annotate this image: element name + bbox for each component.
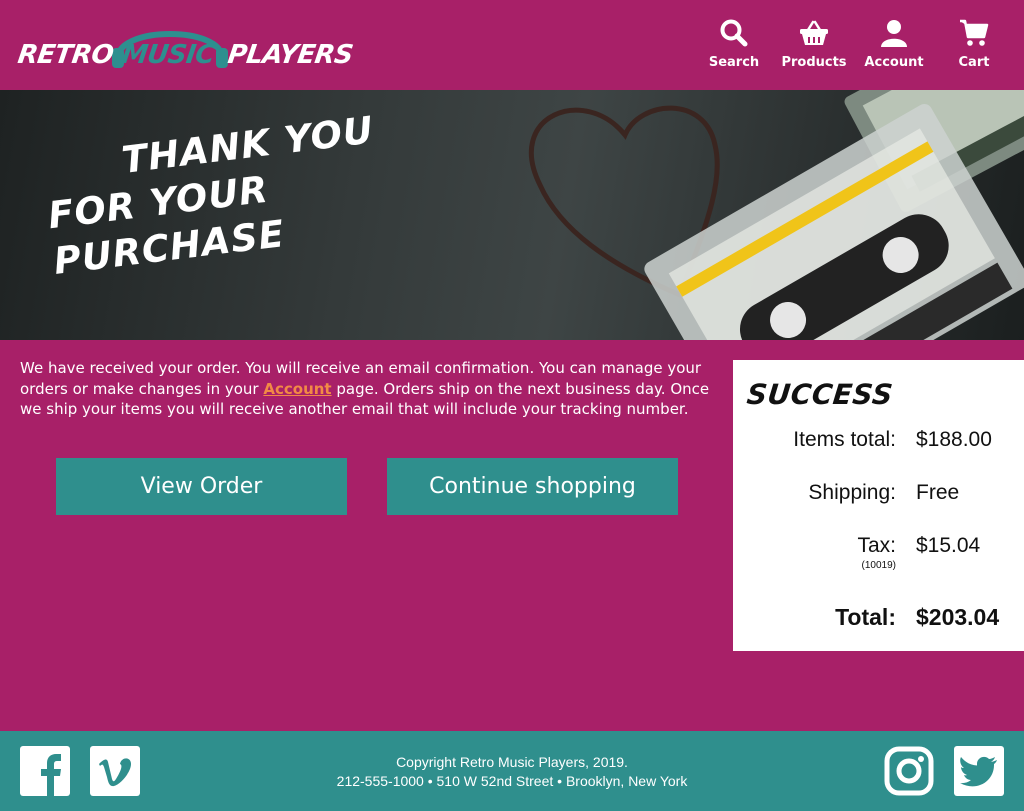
continue-shopping-button[interactable]: Continue shopping [387,458,678,515]
twitter-icon [960,756,997,787]
total-value: $203.04 [916,604,1000,630]
instagram-icon [884,746,934,796]
order-confirmation-message: We have received your order. You will re… [20,358,720,420]
tax-label: Tax: [857,534,896,557]
search-icon [720,19,748,47]
basket-icon [800,20,828,45]
cart-icon [960,19,989,46]
nav-search-label: Search [708,55,760,70]
hero-banner: THANK YOU FOR YOUR PURCHASE [0,90,1024,340]
account-link[interactable]: Account [263,380,331,398]
shipping-row: Shipping: Free [733,481,1024,511]
user-icon [881,20,907,47]
instagram-link[interactable] [884,746,934,796]
total-row: Total: $203.04 [733,604,1024,634]
summary-title: SUCCESS [745,378,895,411]
tax-row: Tax: (10019) $15.04 [733,534,1024,571]
site-logo[interactable]: RETRO MUSIC PLAYERS [15,18,355,72]
items-total-label: Items total: [793,428,896,451]
twitter-link[interactable] [954,746,1004,796]
site-header: RETRO MUSIC PLAYERS Search Products Acco… [0,0,1024,90]
nav-account[interactable]: Account [854,14,934,74]
site-footer: Copyright Retro Music Players, 2019. 212… [0,731,1024,811]
nav-account-label: Account [864,55,924,70]
total-label: Total: [835,604,896,630]
view-order-button[interactable]: View Order [56,458,347,515]
main-nav: Search Products Account Cart [694,14,1014,74]
footer-info: Copyright Retro Music Players, 2019. 212… [0,753,1024,791]
shipping-value: Free [916,481,960,504]
nav-cart-label: Cart [958,55,990,70]
tax-zip: (10019) [861,560,896,571]
logo-word-retro: RETRO [15,40,116,70]
order-summary-card: SUCCESS Items total: $188.00 Shipping: F… [733,360,1024,651]
logo-word-players: PLAYERS [225,40,355,70]
tax-value: $15.04 [916,534,981,557]
nav-products-label: Products [781,55,847,70]
shipping-label: Shipping: [808,481,896,504]
items-total-row: Items total: $188.00 [733,428,1024,458]
nav-products[interactable]: Products [774,14,854,74]
items-total-value: $188.00 [916,428,992,451]
nav-search[interactable]: Search [694,14,774,74]
logo-word-music: MUSIC [119,40,217,70]
nav-cart[interactable]: Cart [934,14,1014,74]
copyright-text: Copyright Retro Music Players, 2019. [396,754,628,770]
contact-text: 212-555-1000 • 510 W 52nd Street • Brook… [336,773,688,789]
